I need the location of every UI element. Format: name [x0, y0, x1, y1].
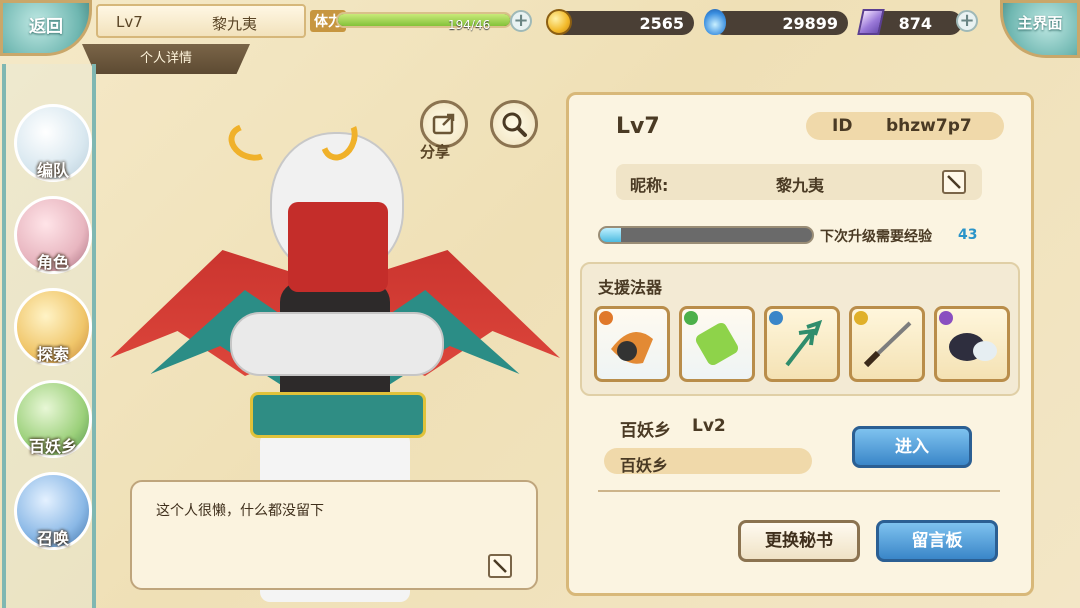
gem-4: [854, 311, 868, 325]
gold-value: 2565: [639, 14, 684, 33]
nav-summon[interactable]: 召唤: [14, 472, 92, 550]
exp-bar: [598, 226, 814, 244]
blue-flame-icon: [704, 9, 726, 35]
nav-village[interactable]: 百妖乡: [14, 380, 92, 458]
crystal-value: 874: [898, 14, 932, 33]
exp-fill: [600, 228, 622, 242]
support-slot-4[interactable]: [849, 306, 925, 382]
edit-bio-button[interactable]: [488, 554, 512, 578]
id-value: bhzw7p7: [886, 116, 972, 136]
pencil-icon: [493, 559, 507, 573]
player-level-name: Lv7 黎九夷: [96, 4, 306, 38]
bio-bubble: 这个人很懒，什么都没留下: [130, 480, 538, 590]
change-secretary-button[interactable]: 更换秘书: [738, 520, 860, 562]
enter-village-button[interactable]: 进入: [852, 426, 972, 468]
soul-fire-value: 29899: [782, 14, 838, 33]
back-button[interactable]: 返回: [0, 0, 92, 56]
gem-5: [939, 311, 953, 325]
nickname-value: 黎九夷: [776, 176, 825, 195]
message-board-button[interactable]: 留言板: [876, 520, 998, 562]
support-slot-3[interactable]: [764, 306, 840, 382]
player-name: 黎九夷: [212, 15, 258, 33]
support-artifacts-section: 支援法器: [580, 262, 1020, 396]
village-level: Lv2: [692, 416, 726, 436]
profile-level: Lv7: [616, 114, 660, 139]
player-level: Lv7: [116, 13, 143, 31]
gem-3: [769, 311, 783, 325]
support-slot-1[interactable]: [594, 306, 670, 382]
divider: [598, 490, 1000, 492]
village-bar: 百妖乡: [604, 448, 812, 475]
nav-village-label: 百妖乡: [28, 437, 77, 456]
share-label: 分享: [420, 143, 451, 161]
nav-explore-label: 探索: [36, 345, 69, 364]
exp-value: 43: [958, 227, 978, 243]
left-horn-icon: [223, 117, 279, 167]
share-icon: [432, 113, 455, 135]
support-title: 支援法器: [598, 278, 663, 297]
gold-coin-icon: [546, 9, 572, 35]
pencil-icon: [947, 175, 961, 189]
nav-explore[interactable]: 探索: [14, 288, 92, 366]
stamina-value: 194/46: [448, 18, 491, 32]
gem-1: [599, 311, 613, 325]
character-belt: [250, 392, 426, 438]
nav-character-label: 角色: [36, 253, 69, 272]
red-mask: [288, 202, 388, 292]
bio-text: 这个人很懒，什么都没留下: [156, 503, 324, 519]
nav-team[interactable]: 编队: [14, 104, 92, 182]
gold-counter: 2565: [552, 11, 694, 35]
character-arms: [230, 312, 444, 376]
soul-fire-counter: 29899: [712, 11, 848, 35]
nickname-label: 昵称:: [630, 176, 669, 195]
magnifier-icon: [502, 112, 527, 137]
top-bar: 返回 Lv7 黎九夷 个人详情 体力 194/46 + 2565 29899 8…: [0, 0, 1080, 74]
nav-team-label: 编队: [36, 161, 69, 180]
side-navigation: 编队 角色 探索 百妖乡 召唤: [2, 64, 96, 608]
gem-2: [684, 311, 698, 325]
exp-label: 下次升级需要经验: [820, 229, 932, 245]
player-id-box: ID bhzw7p7: [806, 112, 1004, 140]
village-value: 百妖乡: [620, 456, 669, 475]
support-slot-2[interactable]: [679, 306, 755, 382]
add-crystal-button[interactable]: +: [956, 10, 978, 32]
magnify-button[interactable]: [490, 100, 538, 148]
add-stamina-button[interactable]: +: [510, 10, 532, 32]
edit-nickname-button[interactable]: [942, 170, 966, 194]
nav-summon-label: 召唤: [36, 529, 69, 548]
nav-character[interactable]: 角色: [14, 196, 92, 274]
main-screen-button[interactable]: 主界面: [1000, 0, 1080, 58]
id-label: ID: [832, 116, 853, 136]
nickname-row: 昵称: 黎九夷: [616, 164, 982, 200]
village-name: 百妖乡: [620, 421, 671, 441]
support-slot-5[interactable]: [934, 306, 1010, 382]
